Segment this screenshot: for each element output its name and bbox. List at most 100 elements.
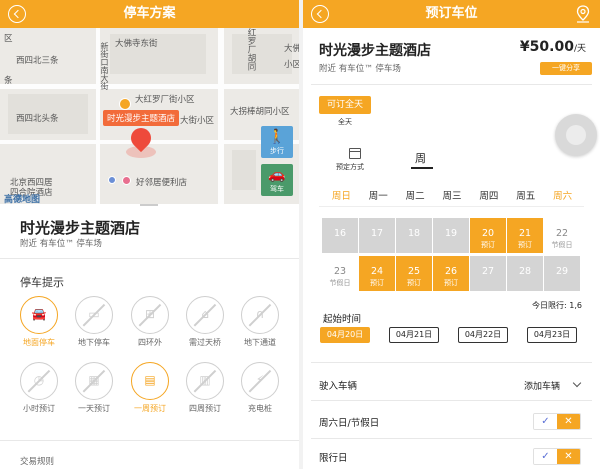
day-status: 预订 <box>407 279 421 287</box>
map-label: 大街小区 <box>180 116 215 126</box>
drive-button[interactable]: 🚗 驾车 <box>261 164 293 196</box>
weekday-label: 周二 <box>405 191 425 202</box>
walk-button[interactable]: 🚶 步行 <box>261 126 293 158</box>
day-status: 节假日 <box>329 279 351 287</box>
booking-mode-caption: 预定方式 <box>336 163 364 171</box>
map-view[interactable]: 区 大佛寺东街 西四北三条 红罗厂胡同 大佛寺 小区 新街口南大街 西四北头条 … <box>0 28 299 204</box>
divider <box>0 440 299 441</box>
option-charging-pile[interactable]: ⚡ 充电桩 <box>234 362 286 414</box>
car-icon: 🚘 <box>31 307 47 321</box>
map-label: 大拐棒胡同小区 <box>230 107 290 117</box>
date-option[interactable]: 04月21日 <box>389 327 439 343</box>
day-number: 28 <box>518 266 532 277</box>
calendar-day[interactable]: 21 预订 <box>507 218 543 253</box>
drag-handle[interactable] <box>140 204 158 206</box>
calendar-day[interactable]: 24 预订 <box>359 256 395 291</box>
add-vehicle-button[interactable]: 添加车辆 <box>524 379 560 392</box>
day-number: 29 <box>555 266 569 277</box>
hotel-poi-icon[interactable] <box>119 98 131 110</box>
check-icon[interactable]: ✓ <box>534 414 557 429</box>
venue-subtitle: 附近 有车位™ 停车场 <box>20 239 102 249</box>
venue-subtitle: 附近 有车位™ 停车场 <box>319 64 401 74</box>
option-outside-ring4[interactable]: ⊞ 四环外 <box>124 296 176 348</box>
location-icon[interactable] <box>576 5 590 23</box>
hotel-map-label[interactable]: 时光漫步主题酒店 <box>103 110 180 126</box>
road-icon: ⊞ <box>144 307 156 321</box>
weekday-header: 周日 周一 周二 周三 周四 周五 周六 <box>323 188 581 202</box>
calendar-day[interactable]: 27 <box>470 256 506 291</box>
residence-poi-icon <box>108 176 116 184</box>
chevron-down-icon[interactable] <box>572 378 582 388</box>
assistive-touch-button[interactable] <box>555 114 597 156</box>
day-number: 27 <box>481 266 495 277</box>
keyboard-icon: ▥ <box>199 373 211 387</box>
divider <box>319 206 584 207</box>
calendar-day[interactable]: 28 <box>507 256 543 291</box>
option-daily-booking[interactable]: ▦ 一天预订 <box>68 362 120 414</box>
date-option[interactable]: 04月20日 <box>320 327 370 343</box>
option-overpass[interactable]: ⌂ 需过天桥 <box>179 296 231 348</box>
allday-button[interactable]: 可订全天 <box>319 96 371 114</box>
calendar-day[interactable]: 19 <box>433 218 469 253</box>
calendar-day[interactable]: 23 节假日 <box>322 256 358 291</box>
calendar-day[interactable]: 29 <box>544 256 580 291</box>
close-icon[interactable]: ✕ <box>557 414 580 429</box>
vehicle-label: 驶入车辆 <box>319 381 358 392</box>
calendar-day[interactable]: 22 节假日 <box>544 218 580 253</box>
map-label: 区 <box>4 34 13 44</box>
option-ground-parking[interactable]: 🚘 地面停车 <box>13 296 65 348</box>
day-status: 预订 <box>444 279 458 287</box>
tab-week[interactable]: 周 <box>415 150 426 166</box>
header-bar: 停车方案 <box>0 0 299 28</box>
day-status: 预订 <box>518 241 532 249</box>
venue-name: 时光漫步主题酒店 <box>319 43 431 59</box>
date-option[interactable]: 04月23日 <box>527 327 577 343</box>
day-number: 26 <box>444 266 458 277</box>
map-attribution: 高德地图 <box>4 195 41 204</box>
weekday-label: 周六 <box>553 191 573 202</box>
map-label: 西四北头条 <box>16 114 59 124</box>
check-icon[interactable]: ✓ <box>534 449 557 464</box>
card-icon: ▤ <box>144 373 156 387</box>
page-title: 预订车位 <box>425 6 478 21</box>
day-number: 17 <box>370 228 384 239</box>
map-label: 大佛寺 <box>284 44 299 54</box>
venue-name: 时光漫步主题酒店 <box>20 219 141 237</box>
calendar-day[interactable]: 17 <box>359 218 395 253</box>
today-restriction: 今日限行: 1,6 <box>532 301 582 310</box>
option-underground-parking[interactable]: ▭ 地下停车 <box>68 296 120 348</box>
map-label: 小区 <box>284 60 299 70</box>
car-icon: 🚗 <box>268 167 286 183</box>
calendar-day[interactable]: 18 <box>396 218 432 253</box>
weekday-label: 周日 <box>331 191 351 202</box>
restriction-toggle[interactable]: ✓ ✕ <box>533 448 581 465</box>
day-status: 节假日 <box>551 241 573 249</box>
map-label: 好邻居便利店 <box>136 178 188 188</box>
weekend-holiday-label: 周六日/节假日 <box>319 418 380 429</box>
calendar-day[interactable]: 20 预订 <box>470 218 506 253</box>
section-title: 停车提示 <box>20 276 64 289</box>
allday-caption: 全天 <box>338 118 352 126</box>
charger-icon: ⚡ <box>255 373 265 387</box>
share-button[interactable]: 一键分享 <box>540 62 592 75</box>
weekend-toggle[interactable]: ✓ ✕ <box>533 413 581 430</box>
start-time-label: 起始时间 <box>323 314 362 325</box>
calendar-day[interactable]: 25 预订 <box>396 256 432 291</box>
map-label: 大红罗厂街小区 <box>135 95 195 105</box>
close-icon[interactable]: ✕ <box>557 449 580 464</box>
weekday-label: 周五 <box>516 191 536 202</box>
booking-screen: 预订车位 时光漫步主题酒店 附近 有车位™ 停车场 ¥50.00/天 一键分享 … <box>303 0 600 469</box>
day-number: 21 <box>518 228 532 239</box>
store-poi-icon[interactable] <box>122 176 131 185</box>
calendar-grid: 16 17 18 19 20 预订 21 预订 22 节假日 23 节假日 24 预订 25 预订 26 预订 27… <box>322 218 582 291</box>
option-underpass[interactable]: ∩ 地下通道 <box>234 296 286 348</box>
calendar-day[interactable]: 16 <box>322 218 358 253</box>
date-option[interactable]: 04月22日 <box>458 327 508 343</box>
option-weekly-booking[interactable]: ▤ 一周预订 <box>124 362 176 414</box>
option-four-week-booking[interactable]: ▥ 四周预订 <box>179 362 231 414</box>
divider <box>311 362 592 363</box>
calendar-day[interactable]: 26 预订 <box>433 256 469 291</box>
calendar-icon[interactable] <box>349 148 361 159</box>
option-hourly-booking[interactable]: ◷ 小时预订 <box>13 362 65 414</box>
trade-rules-link[interactable]: 交易规则 <box>20 455 54 467</box>
